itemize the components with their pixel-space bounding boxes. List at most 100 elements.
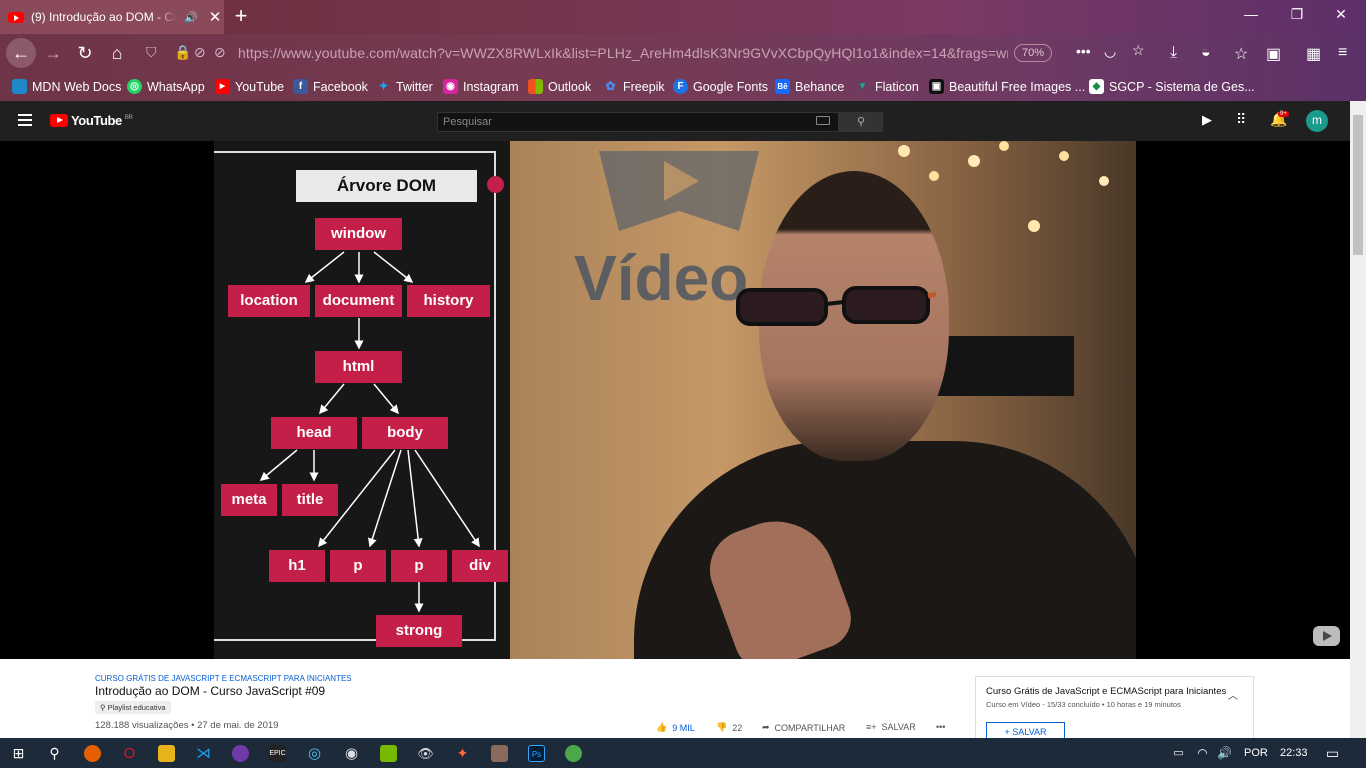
- app-flame-icon[interactable]: ✦: [454, 745, 471, 762]
- notification-center-icon[interactable]: ▭: [1324, 745, 1341, 762]
- reload-button[interactable]: ↻: [72, 40, 98, 66]
- utorrent-icon[interactable]: [565, 745, 582, 762]
- menu-icon[interactable]: ≡: [1338, 44, 1347, 62]
- search-input[interactable]: Pesquisar: [437, 112, 839, 132]
- node-div: div: [452, 550, 508, 582]
- new-tab-button[interactable]: +: [230, 3, 252, 29]
- vscode-icon[interactable]: ⋊: [195, 745, 212, 762]
- bookmark-outlook[interactable]: Outlook: [528, 79, 591, 94]
- bookmark-flaticon[interactable]: ▼ Flaticon: [855, 79, 919, 94]
- save-button[interactable]: ≡+ SALVAR: [866, 722, 916, 732]
- tab-strip: (9) Introdução ao DOM - Curso JavaScript…: [0, 0, 1366, 34]
- minimize-button[interactable]: —: [1236, 6, 1266, 22]
- bookmark-label: Behance: [795, 79, 845, 94]
- bookmark-youtube[interactable]: ▶ YouTube: [215, 79, 284, 94]
- bookmark-freepik[interactable]: ✿ Freepik: [603, 79, 664, 94]
- youtube-watermark-icon[interactable]: [1313, 626, 1340, 646]
- app-image-icon[interactable]: [491, 745, 508, 762]
- search-icon[interactable]: ⚲: [46, 745, 63, 762]
- bookmark-facebook[interactable]: f Facebook: [293, 79, 368, 94]
- favorites-icon[interactable]: ☆: [1234, 44, 1248, 64]
- app-swirl-icon[interactable]: ◎: [306, 745, 323, 762]
- scrollbar-thumb[interactable]: [1353, 115, 1363, 255]
- node-strong: strong: [376, 615, 462, 647]
- create-video-icon[interactable]: ▶: [1202, 112, 1212, 128]
- lock-icon[interactable]: 🔒: [174, 44, 191, 61]
- share-label: COMPARTILHAR: [774, 722, 846, 733]
- node-h1: h1: [269, 550, 325, 582]
- bookmark-instagram[interactable]: ◉ Instagram: [443, 79, 519, 94]
- close-tab-icon[interactable]: ✕: [209, 8, 222, 26]
- shield-icon[interactable]: ⛉: [146, 44, 157, 61]
- bookmark-twitter[interactable]: ✦ Twitter: [376, 79, 432, 94]
- photoshop-icon[interactable]: Ps: [528, 745, 545, 762]
- node-title: title: [282, 484, 338, 516]
- more-actions-button[interactable]: •••: [936, 722, 945, 732]
- bookmark-whatsapp[interactable]: ◎ WhatsApp: [127, 79, 205, 94]
- playlist-chip[interactable]: ⚲ Playlist educativa: [95, 701, 171, 714]
- back-button[interactable]: ←: [6, 38, 36, 68]
- firefox-icon[interactable]: [84, 745, 101, 762]
- url-text[interactable]: https://www.youtube.com/watch?v=WWZX8RWL…: [238, 45, 1008, 61]
- logo-region: BR: [124, 114, 133, 121]
- wifi-icon[interactable]: ◠: [1194, 745, 1211, 762]
- language-indicator[interactable]: POR: [1244, 747, 1268, 759]
- node-meta: meta: [221, 484, 277, 516]
- bookmark-star-icon[interactable]: ☆: [1132, 42, 1145, 59]
- page-scrollbar[interactable]: [1350, 101, 1366, 738]
- opera-icon[interactable]: O: [121, 745, 138, 762]
- share-button[interactable]: ➦ COMPARTILHAR: [762, 722, 845, 733]
- autoplay-blocked-icon[interactable]: ⊘: [214, 44, 226, 61]
- hamburger-menu-icon[interactable]: [18, 114, 32, 129]
- volume-icon[interactable]: 🔊: [1216, 745, 1233, 762]
- translate-icon[interactable]: ▣: [1266, 44, 1281, 64]
- microsoft-icon: [528, 79, 543, 94]
- like-button[interactable]: 👍 9 MIL: [656, 722, 695, 733]
- browser-tab[interactable]: (9) Introdução ao DOM - Curso JavaScript…: [0, 0, 224, 34]
- download-icon[interactable]: ⤓: [1170, 44, 1177, 62]
- nvidia-icon[interactable]: [380, 745, 397, 762]
- bookmark-behance[interactable]: Bē Behance: [775, 79, 844, 94]
- youtube-logo[interactable]: YouTube BR: [50, 113, 133, 128]
- speaker-icon[interactable]: 🔊: [184, 11, 198, 24]
- epic-games-icon[interactable]: EPIC: [269, 745, 286, 762]
- extensions-icon[interactable]: ▦: [1306, 44, 1321, 64]
- dislike-button[interactable]: 👎 22: [716, 722, 742, 733]
- instagram-icon: ◉: [443, 79, 458, 94]
- zoom-level[interactable]: 70%: [1014, 44, 1052, 62]
- course-hashtag-link[interactable]: CURSO GRÁTIS DE JAVASCRIPT E ECMASCRIPT …: [95, 674, 352, 683]
- app-purple-icon[interactable]: [232, 745, 249, 762]
- youtube-play-icon: [50, 114, 68, 127]
- chevron-up-icon[interactable]: ︿: [1228, 687, 1238, 702]
- private-mask-icon[interactable]: ◒: [1201, 44, 1211, 62]
- bookmark-google-fonts[interactable]: F Google Fonts: [673, 79, 768, 94]
- freepik-icon: ✿: [605, 79, 616, 93]
- restore-button[interactable]: ❐: [1282, 6, 1312, 23]
- url-bar[interactable]: ⛉ 🔒 ⊘ ⊘ https://www.youtube.com/watch?v=…: [138, 39, 1145, 67]
- video-title: Introdução ao DOM - Curso JavaScript #09: [95, 684, 326, 698]
- playlist-title[interactable]: Curso Grátis de JavaScript e ECMAScript …: [986, 686, 1226, 697]
- file-explorer-icon[interactable]: [158, 745, 175, 762]
- bookmark-sgcp[interactable]: ◆ SGCP - Sistema de Ges...: [1089, 79, 1255, 94]
- close-window-button[interactable]: ✕: [1326, 6, 1356, 23]
- bookmark-free-images[interactable]: ▣ Beautiful Free Images ...: [929, 79, 1085, 94]
- search-button[interactable]: ⚲: [839, 112, 883, 132]
- blocked-media-icon[interactable]: ⊘: [194, 44, 206, 61]
- windows-start-icon[interactable]: ⊞: [10, 745, 27, 762]
- app-eyes-icon[interactable]: 👁: [417, 745, 434, 762]
- view-stats: 128.188 visualizações • 27 de mai. de 20…: [95, 720, 279, 731]
- bookmark-mdn[interactable]: MDN Web Docs: [12, 79, 121, 94]
- forward-button[interactable]: →: [40, 40, 66, 66]
- steam-icon[interactable]: ◉: [343, 745, 360, 762]
- battery-icon[interactable]: ▭: [1170, 745, 1187, 762]
- video-player[interactable]: Vídeo Árvore DOM window location documen…: [0, 141, 1350, 659]
- clock[interactable]: 22:33: [1280, 747, 1308, 759]
- page-actions-icon[interactable]: •••: [1076, 43, 1091, 59]
- mdn-icon: [12, 79, 27, 94]
- avatar[interactable]: m: [1306, 110, 1328, 132]
- pocket-icon[interactable]: ◡: [1104, 43, 1116, 60]
- apps-grid-icon[interactable]: ⠿: [1236, 111, 1246, 128]
- home-button[interactable]: ⌂: [104, 40, 130, 66]
- keyboard-icon[interactable]: [816, 116, 830, 125]
- facebook-icon: f: [293, 79, 308, 94]
